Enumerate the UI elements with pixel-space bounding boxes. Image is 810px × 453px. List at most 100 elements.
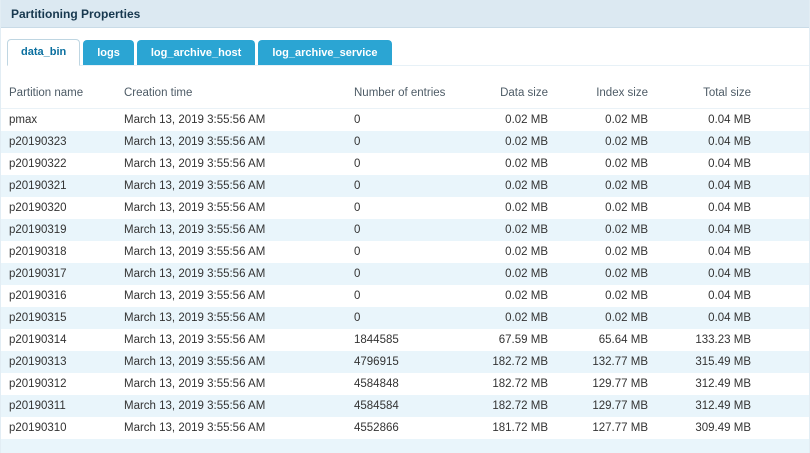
cell-number-of-entries: 0 <box>346 153 464 175</box>
cell-creation-time: March 13, 2019 3:55:56 AM <box>116 329 346 351</box>
cell-number-of-entries: 4796915 <box>346 351 464 373</box>
cell-partition-name: p20190314 <box>1 329 116 351</box>
cell-filler <box>759 153 809 175</box>
column-header-number-of-entries: Number of entries <box>346 78 464 109</box>
cell-data-size: 0.02 MB <box>464 307 556 329</box>
cell-total-size: 315.49 MB <box>656 351 759 373</box>
cell-partition-name: p20190319 <box>1 219 116 241</box>
tab-bar: data_binlogslog_archive_hostlog_archive_… <box>7 40 809 66</box>
cell-partition-name: p20190311 <box>1 395 116 417</box>
cell-partition-name: p20190317 <box>1 263 116 285</box>
cell-partition-name: p20190310 <box>1 417 116 439</box>
cell-index-size: 0.02 MB <box>556 219 656 241</box>
table-row-p20190321[interactable]: p20190321March 13, 2019 3:55:56 AM00.02 … <box>1 175 809 197</box>
cell-number-of-entries: 1844585 <box>346 329 464 351</box>
table-row-p20190310[interactable]: p20190310March 13, 2019 3:55:56 AM455286… <box>1 417 809 439</box>
cell-creation-time: March 13, 2019 3:55:56 AM <box>116 197 346 219</box>
table-row-p20190320[interactable]: p20190320March 13, 2019 3:55:56 AM00.02 … <box>1 197 809 219</box>
cell-partition-name: p20190315 <box>1 307 116 329</box>
cell-data-size: 182.72 MB <box>464 395 556 417</box>
cell-filler <box>759 373 809 395</box>
cell-total-size: 0.04 MB <box>656 131 759 153</box>
cell-index-size: 129.77 MB <box>556 373 656 395</box>
cell-index-size: 0.02 MB <box>556 241 656 263</box>
cell-filler <box>759 329 809 351</box>
panel-title: Partitioning Properties <box>11 7 140 21</box>
cell-partition-name: p20190322 <box>1 153 116 175</box>
cell-number-of-entries: 4584584 <box>346 395 464 417</box>
cell-filler <box>759 241 809 263</box>
table-row-p20190315[interactable]: p20190315March 13, 2019 3:55:56 AM00.02 … <box>1 307 809 329</box>
cell-creation-time: March 13, 2019 3:55:56 AM <box>116 373 346 395</box>
cell-total-size: 0.04 MB <box>656 241 759 263</box>
cell-filler <box>759 285 809 307</box>
cell-data-size: 181.72 MB <box>464 417 556 439</box>
cell-total-size: 0.04 MB <box>656 263 759 285</box>
cell-data-size: 0.02 MB <box>464 175 556 197</box>
cell-creation-time: March 13, 2019 3:55:56 AM <box>116 417 346 439</box>
cell-index-size: 127.77 MB <box>556 417 656 439</box>
cell-number-of-entries: 0 <box>346 197 464 219</box>
cell-total-size: 0.04 MB <box>656 175 759 197</box>
cell-total-size: 0.04 MB <box>656 153 759 175</box>
cell-filler <box>759 351 809 373</box>
table-row-p20190311[interactable]: p20190311March 13, 2019 3:55:56 AM458458… <box>1 395 809 417</box>
cell-data-size: 182.72 MB <box>464 351 556 373</box>
table-header-row: Partition nameCreation timeNumber of ent… <box>1 78 809 109</box>
table-row-pmax[interactable]: pmaxMarch 13, 2019 3:55:56 AM00.02 MB0.0… <box>1 109 809 132</box>
table-row-p20190312[interactable]: p20190312March 13, 2019 3:55:56 AM458484… <box>1 373 809 395</box>
table-row-p20190323[interactable]: p20190323March 13, 2019 3:55:56 AM00.02 … <box>1 131 809 153</box>
cell-filler <box>759 197 809 219</box>
cell-data-size: 0.02 MB <box>464 219 556 241</box>
cell-data-size: 0.02 MB <box>464 197 556 219</box>
cell-filler <box>759 131 809 153</box>
cell-number-of-entries: 0 <box>346 241 464 263</box>
table-row-p20190322[interactable]: p20190322March 13, 2019 3:55:56 AM00.02 … <box>1 153 809 175</box>
tab-logs[interactable]: logs <box>83 40 134 65</box>
tab-log_archive_service[interactable]: log_archive_service <box>258 40 391 65</box>
table-row-p20190318[interactable]: p20190318March 13, 2019 3:55:56 AM00.02 … <box>1 241 809 263</box>
cell-index-size: 0.02 MB <box>556 285 656 307</box>
cell-filler <box>759 219 809 241</box>
partitioning-properties-panel: Partitioning Properties data_binlogslog_… <box>0 0 810 453</box>
table-row-p20190319[interactable]: p20190319March 13, 2019 3:55:56 AM00.02 … <box>1 219 809 241</box>
tab-log_archive_host[interactable]: log_archive_host <box>137 40 255 65</box>
cell-index-size: 0.02 MB <box>556 263 656 285</box>
column-header-index-size: Index size <box>556 78 656 109</box>
cell-total-size: 0.04 MB <box>656 307 759 329</box>
tab-data_bin[interactable]: data_bin <box>7 39 80 66</box>
table-row-p20190317[interactable]: p20190317March 13, 2019 3:55:56 AM00.02 … <box>1 263 809 285</box>
cell-filler <box>759 263 809 285</box>
cell-total-size: 0.04 MB <box>656 285 759 307</box>
cell-index-size: 0.02 MB <box>556 175 656 197</box>
cell-total-size: 133.23 MB <box>656 329 759 351</box>
cell-data-size: 0.02 MB <box>464 131 556 153</box>
cell-filler <box>759 417 809 439</box>
cell-partition-name: p20190318 <box>1 241 116 263</box>
cell-number-of-entries: 0 <box>346 109 464 132</box>
cell-partition-name: pmax <box>1 109 116 132</box>
partial-next-row <box>1 439 809 453</box>
cell-partition-name: p20190316 <box>1 285 116 307</box>
table-row-p20190313[interactable]: p20190313March 13, 2019 3:55:56 AM479691… <box>1 351 809 373</box>
cell-creation-time: March 13, 2019 3:55:56 AM <box>116 175 346 197</box>
cell-data-size: 67.59 MB <box>464 329 556 351</box>
table-row-p20190316[interactable]: p20190316March 13, 2019 3:55:56 AM00.02 … <box>1 285 809 307</box>
cell-index-size: 65.64 MB <box>556 329 656 351</box>
table-body: pmaxMarch 13, 2019 3:55:56 AM00.02 MB0.0… <box>1 109 809 440</box>
cell-number-of-entries: 0 <box>346 131 464 153</box>
table-row-p20190314[interactable]: p20190314March 13, 2019 3:55:56 AM184458… <box>1 329 809 351</box>
cell-filler <box>759 175 809 197</box>
cell-partition-name: p20190312 <box>1 373 116 395</box>
cell-number-of-entries: 0 <box>346 219 464 241</box>
cell-index-size: 0.02 MB <box>556 109 656 132</box>
cell-data-size: 0.02 MB <box>464 241 556 263</box>
cell-creation-time: March 13, 2019 3:55:56 AM <box>116 131 346 153</box>
cell-creation-time: March 13, 2019 3:55:56 AM <box>116 109 346 132</box>
cell-filler <box>759 395 809 417</box>
cell-index-size: 0.02 MB <box>556 153 656 175</box>
column-header-filler <box>759 78 809 109</box>
column-header-partition-name: Partition name <box>1 78 116 109</box>
cell-number-of-entries: 0 <box>346 285 464 307</box>
column-header-data-size: Data size <box>464 78 556 109</box>
